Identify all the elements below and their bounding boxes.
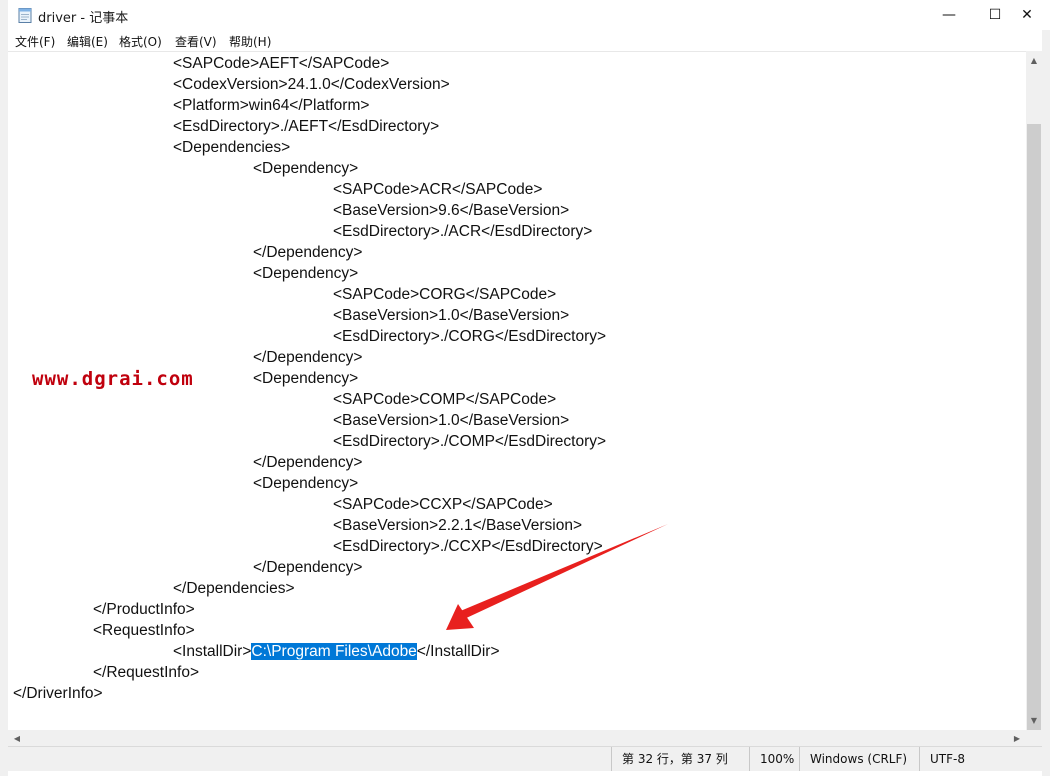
editor-line-text: <SAPCode>CORG</SAPCode> <box>333 286 557 303</box>
window-right-border <box>1042 30 1050 776</box>
editor-line: <RequestInfo> <box>93 620 195 641</box>
editor-line: </Dependency> <box>253 347 362 368</box>
menu-file[interactable]: 文件(F) <box>15 33 55 50</box>
editor-line-text: <InstallDir> <box>173 643 252 660</box>
scroll-left-icon[interactable]: ◀ <box>9 730 25 746</box>
editor-line-text: </Dependencies> <box>173 580 295 597</box>
window-title: driver - 记事本 <box>38 11 129 26</box>
editor-line: <BaseVersion>9.6</BaseVersion> <box>333 200 569 221</box>
editor-line: </Dependencies> <box>173 578 295 599</box>
editor-line-text: <EsdDirectory>./ACR</EsdDirectory> <box>333 223 593 240</box>
editor-line: <BaseVersion>1.0</BaseVersion> <box>333 305 569 326</box>
editor-line-text: <EsdDirectory>./CCXP</EsdDirectory> <box>333 538 603 555</box>
status-zoom: 100% <box>749 747 800 771</box>
menu-view[interactable]: 查看(V) <box>175 33 217 50</box>
editor-line-text-after: </InstallDir> <box>416 643 500 660</box>
scrollbar-corner <box>1026 730 1042 746</box>
editor-line: <EsdDirectory>./ACR</EsdDirectory> <box>333 221 592 242</box>
scroll-right-icon[interactable]: ▶ <box>1009 730 1025 746</box>
editor-line-text: <EsdDirectory>./AEFT</EsdDirectory> <box>173 118 440 135</box>
close-icon: ✕ <box>1021 7 1033 23</box>
vertical-scrollbar[interactable]: ▲ ▼ <box>1026 51 1042 756</box>
menu-bar: 文件(F) 编辑(E) 格式(O) 查看(V) 帮助(H) <box>8 30 1050 51</box>
status-bar: 第 32 行，第 37 列 100% Windows (CRLF) UTF-8 <box>8 746 1042 771</box>
editor-line: <Dependency> <box>253 263 358 284</box>
editor-line: <Dependency> <box>253 368 358 389</box>
editor-line-text: <Dependency> <box>253 265 359 282</box>
editor-line: <Dependency> <box>253 473 358 494</box>
editor-line-text: <Dependency> <box>253 370 359 387</box>
editor-line-text: </Dependency> <box>253 559 363 576</box>
editor-line: <BaseVersion>2.2.1</BaseVersion> <box>333 515 582 536</box>
editor-line: </Dependency> <box>253 557 362 578</box>
notepad-app-icon <box>18 8 32 23</box>
editor-line: <Dependency> <box>253 158 358 179</box>
editor-line: </Dependency> <box>253 452 362 473</box>
editor-line: <SAPCode>AEFT</SAPCode> <box>173 53 389 74</box>
watermark-text: www.dgrai.com <box>32 368 194 390</box>
scroll-up-icon[interactable]: ▲ <box>1026 52 1042 68</box>
editor-line-text: <Platform>win64</Platform> <box>173 97 370 114</box>
editor-line-text: <SAPCode>COMP</SAPCode> <box>333 391 557 408</box>
editor-line: <CodexVersion>24.1.0</CodexVersion> <box>173 74 450 95</box>
editor-line-text: <SAPCode>ACR</SAPCode> <box>333 181 543 198</box>
editor-line-text: <SAPCode>AEFT</SAPCode> <box>173 55 390 72</box>
editor-line-text: <CodexVersion>24.1.0</CodexVersion> <box>173 76 450 93</box>
menu-help[interactable]: 帮助(H) <box>229 33 271 50</box>
status-encoding: UTF-8 <box>919 747 1030 771</box>
editor-line-text: </DriverInfo> <box>13 685 103 702</box>
editor-line: <SAPCode>CCXP</SAPCode> <box>333 494 553 515</box>
editor-line: </DriverInfo> <box>13 683 103 704</box>
maximize-icon: ☐ <box>988 7 1002 23</box>
editor-line: <SAPCode>COMP</SAPCode> <box>333 389 556 410</box>
editor-line: <SAPCode>CORG</SAPCode> <box>333 284 556 305</box>
vertical-scroll-thumb[interactable] <box>1027 124 1041 756</box>
status-line-ending: Windows (CRLF) <box>799 747 918 771</box>
editor-line: <EsdDirectory>./AEFT</EsdDirectory> <box>173 116 439 137</box>
editor-line-text: <Dependency> <box>253 475 359 492</box>
editor-line-text: <Dependency> <box>253 160 359 177</box>
editor-line-text: <BaseVersion>1.0</BaseVersion> <box>333 412 570 429</box>
editor-line-text: <Dependencies> <box>173 139 291 156</box>
minimize-button[interactable]: — <box>926 0 972 30</box>
horizontal-scrollbar[interactable]: ◀ ▶ <box>8 730 1026 746</box>
editor-line-text: </Dependency> <box>253 349 363 366</box>
status-position: 第 32 行，第 37 列 <box>611 747 746 771</box>
editor-line-text: <BaseVersion>9.6</BaseVersion> <box>333 202 570 219</box>
editor-line-text: <EsdDirectory>./CORG</EsdDirectory> <box>333 328 607 345</box>
editor-line: <Dependencies> <box>173 137 290 158</box>
menu-edit[interactable]: 编辑(E) <box>67 33 108 50</box>
editor-line-text: </Dependency> <box>253 454 363 471</box>
editor-line: </RequestInfo> <box>93 662 199 683</box>
editor-line: <BaseVersion>1.0</BaseVersion> <box>333 410 569 431</box>
editor-line: </ProductInfo> <box>93 599 195 620</box>
title-bar[interactable]: driver - 记事本 — ☐ ✕ <box>8 0 1050 30</box>
editor-line: </Dependency> <box>253 242 362 263</box>
editor-line: <EsdDirectory>./COMP</EsdDirectory> <box>333 431 606 452</box>
menu-format[interactable]: 格式(O) <box>119 33 162 50</box>
editor-line-text: <EsdDirectory>./COMP</EsdDirectory> <box>333 433 607 450</box>
minimize-icon: — <box>942 7 956 23</box>
editor-line-text: <SAPCode>CCXP</SAPCode> <box>333 496 553 513</box>
scroll-down-icon[interactable]: ▼ <box>1026 712 1042 728</box>
editor-line: <EsdDirectory>./CCXP</EsdDirectory> <box>333 536 603 557</box>
close-button[interactable]: ✕ <box>1004 0 1050 30</box>
editor-line-text: </Dependency> <box>253 244 363 261</box>
editor-line-text: <BaseVersion>2.2.1</BaseVersion> <box>333 517 583 534</box>
editor-line: <EsdDirectory>./CORG</EsdDirectory> <box>333 326 606 347</box>
editor-line: <InstallDir>C:\Program Files\Adobe</Inst… <box>173 641 500 662</box>
notepad-window: driver - 记事本 — ☐ ✕ 文件(F) 编辑(E) 格式(O) 查看(… <box>0 0 1050 776</box>
text-editor[interactable]: <SAPCode>AEFT</SAPCode> <CodexVersion>24.… <box>8 51 1026 731</box>
editor-line: <SAPCode>ACR</SAPCode> <box>333 179 542 200</box>
editor-line: <Platform>win64</Platform> <box>173 95 369 116</box>
editor-line-text: <RequestInfo> <box>93 622 195 639</box>
selected-text: C:\Program Files\Adobe <box>251 643 417 660</box>
window-left-border <box>0 0 8 776</box>
editor-line-text: <BaseVersion>1.0</BaseVersion> <box>333 307 570 324</box>
editor-line-text: </RequestInfo> <box>93 664 199 681</box>
editor-line-text: </ProductInfo> <box>93 601 195 618</box>
